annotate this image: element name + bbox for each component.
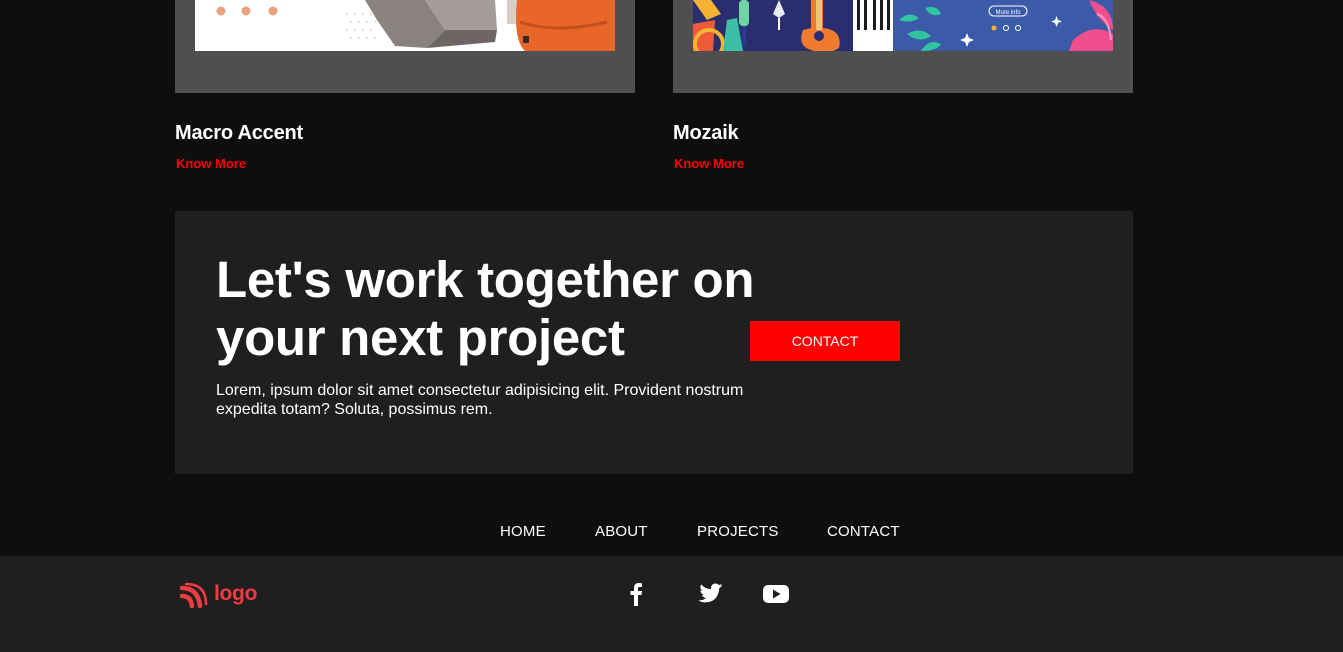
macro-accent-thumbnail[interactable]	[195, 0, 615, 51]
contact-button[interactable]: CONTACT	[750, 321, 900, 361]
footer-logo[interactable]: logo	[180, 582, 257, 608]
know-more-link-mozaik[interactable]: Know More	[674, 156, 744, 171]
project-title-macro-accent: Macro Accent	[175, 122, 304, 144]
cta-heading-line-1: Let's work together on	[216, 251, 755, 308]
cta-panel: Let's work together on your next project…	[175, 211, 1133, 474]
project-title-mozaik: Mozaik	[673, 122, 739, 144]
footer: logo	[0, 556, 1343, 652]
cta-heading-line-2: your next project	[216, 309, 625, 366]
nav-contact[interactable]: CONTACT	[827, 523, 900, 540]
nav-home[interactable]: HOME	[500, 523, 546, 540]
project-card-macro-accent	[175, 0, 635, 93]
youtube-icon[interactable]	[761, 580, 791, 608]
nav-about[interactable]: ABOUT	[595, 523, 648, 540]
project-card-mozaik: More info	[673, 0, 1133, 93]
logo-text: logo	[214, 581, 258, 605]
cta-heading: Let's work together on your next project	[216, 251, 776, 367]
cta-text: Lorem, ipsum dolor sit amet consectetur …	[216, 382, 744, 418]
nav-projects[interactable]: PROJECTS	[697, 523, 779, 540]
logo-icon	[180, 582, 208, 608]
facebook-icon[interactable]	[621, 580, 651, 608]
mozaik-thumbnail[interactable]: More info	[693, 0, 1113, 51]
mozaik-more-info-badge: More info	[995, 10, 1021, 16]
know-more-link-macro-accent[interactable]: Know More	[176, 156, 246, 171]
twitter-icon[interactable]	[694, 580, 724, 608]
